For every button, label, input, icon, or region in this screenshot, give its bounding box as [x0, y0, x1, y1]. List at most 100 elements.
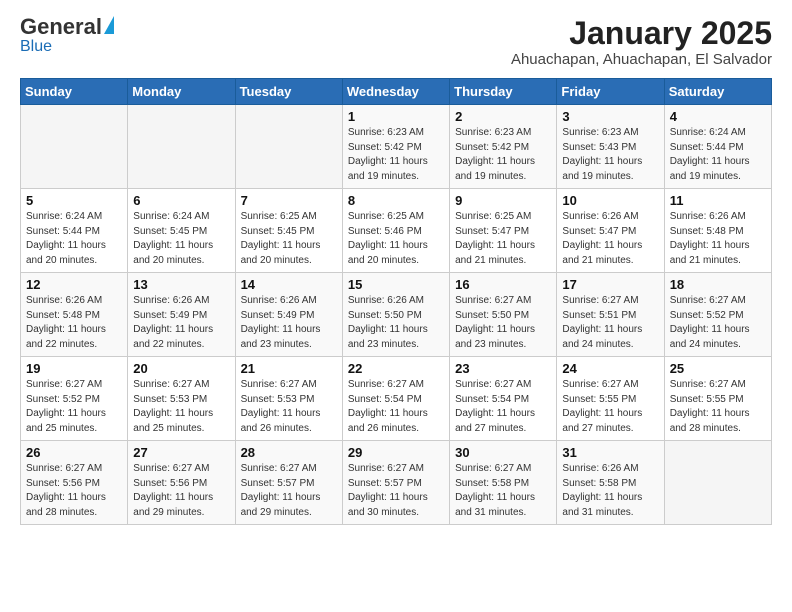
day-number: 22 [348, 361, 444, 376]
location: Ahuachapan, Ahuachapan, El Salvador [511, 51, 772, 68]
title-block: January 2025 Ahuachapan, Ahuachapan, El … [511, 16, 772, 68]
month-title: January 2025 [511, 16, 772, 51]
calendar-cell [664, 441, 771, 525]
calendar-cell: 7Sunrise: 6:25 AM Sunset: 5:45 PM Daylig… [235, 189, 342, 273]
day-info: Sunrise: 6:23 AM Sunset: 5:42 PM Dayligh… [348, 126, 444, 184]
day-number: 10 [562, 193, 658, 208]
day-info: Sunrise: 6:26 AM Sunset: 5:48 PM Dayligh… [670, 210, 766, 268]
day-info: Sunrise: 6:27 AM Sunset: 5:56 PM Dayligh… [26, 462, 122, 520]
calendar-cell: 8 Sunrise: 6:25 AM Sunset: 5:46 PM Daylig… [342, 189, 449, 273]
calendar-cell [128, 105, 235, 189]
calendar-cell: 3 Sunrise: 6:23 AM Sunset: 5:43 PM Daylig… [557, 105, 664, 189]
day-number: 29 [348, 445, 444, 460]
calendar-cell: 13 Sunrise: 6:26 AM Sunset: 5:49 PM Dayli… [128, 273, 235, 357]
calendar-cell: 23Sunrise: 6:27 AM Sunset: 5:54 PM Dayli… [450, 357, 557, 441]
calendar-cell: 29 Sunrise: 6:27 AM Sunset: 5:57 PM Dayli… [342, 441, 449, 525]
day-number: 1 [348, 109, 444, 124]
day-number: 26 [26, 445, 122, 460]
day-number: 9 [455, 193, 551, 208]
weekday-header-row: SundayMondayTuesdayWednesdayThursdayFrid… [21, 79, 772, 105]
day-info: Sunrise: 6:26 AM Sunset: 5:49 PM Dayligh… [133, 294, 229, 352]
day-number: 3 [562, 109, 658, 124]
day-number: 28 [241, 445, 337, 460]
day-number: 21 [241, 361, 337, 376]
calendar-week-1: 1 Sunrise: 6:23 AM Sunset: 5:42 PM Daylig… [21, 105, 772, 189]
day-number: 13 [133, 277, 229, 292]
day-info: Sunrise: 6:24 AM Sunset: 5:44 PM Dayligh… [26, 210, 122, 268]
weekday-wednesday: Wednesday [342, 79, 449, 105]
logo: General Blue [20, 16, 114, 56]
day-info: Sunrise: 6:27 AM Sunset: 5:55 PM Dayligh… [670, 378, 766, 436]
calendar-cell: 21 Sunrise: 6:27 AM Sunset: 5:53 PM Dayli… [235, 357, 342, 441]
day-info: Sunrise: 6:26 AM Sunset: 5:48 PM Dayligh… [26, 294, 122, 352]
calendar-header: SundayMondayTuesdayWednesdayThursdayFrid… [21, 79, 772, 105]
day-info: Sunrise: 6:23 AM Sunset: 5:42 PM Dayligh… [455, 126, 551, 184]
day-number: 15 [348, 277, 444, 292]
calendar-cell: 14Sunrise: 6:26 AM Sunset: 5:49 PM Dayli… [235, 273, 342, 357]
calendar-cell: 31 Sunrise: 6:26 AM Sunset: 5:58 PM Dayli… [557, 441, 664, 525]
calendar-cell: 24 Sunrise: 6:27 AM Sunset: 5:55 PM Dayli… [557, 357, 664, 441]
day-number: 4 [670, 109, 766, 124]
day-info: Sunrise: 6:27 AM Sunset: 5:51 PM Dayligh… [562, 294, 658, 352]
day-info: Sunrise: 6:27 AM Sunset: 5:53 PM Dayligh… [241, 378, 337, 436]
calendar-cell: 4Sunrise: 6:24 AM Sunset: 5:44 PM Daylig… [664, 105, 771, 189]
day-info: Sunrise: 6:25 AM Sunset: 5:47 PM Dayligh… [455, 210, 551, 268]
day-number: 20 [133, 361, 229, 376]
calendar-body: 1 Sunrise: 6:23 AM Sunset: 5:42 PM Daylig… [21, 105, 772, 525]
calendar-cell: 12 Sunrise: 6:26 AM Sunset: 5:48 PM Dayli… [21, 273, 128, 357]
calendar-cell: 18 Sunrise: 6:27 AM Sunset: 5:52 PM Dayli… [664, 273, 771, 357]
day-number: 27 [133, 445, 229, 460]
weekday-thursday: Thursday [450, 79, 557, 105]
day-info: Sunrise: 6:27 AM Sunset: 5:58 PM Dayligh… [455, 462, 551, 520]
calendar-cell: 1 Sunrise: 6:23 AM Sunset: 5:42 PM Daylig… [342, 105, 449, 189]
day-info: Sunrise: 6:27 AM Sunset: 5:57 PM Dayligh… [348, 462, 444, 520]
day-number: 14 [241, 277, 337, 292]
calendar-cell: 22 Sunrise: 6:27 AM Sunset: 5:54 PM Dayli… [342, 357, 449, 441]
day-info: Sunrise: 6:27 AM Sunset: 5:53 PM Dayligh… [133, 378, 229, 436]
day-info: Sunrise: 6:26 AM Sunset: 5:47 PM Dayligh… [562, 210, 658, 268]
day-number: 25 [670, 361, 766, 376]
logo-triangle-icon [104, 16, 114, 34]
day-info: Sunrise: 6:27 AM Sunset: 5:50 PM Dayligh… [455, 294, 551, 352]
calendar-week-5: 26 Sunrise: 6:27 AM Sunset: 5:56 PM Dayli… [21, 441, 772, 525]
calendar-cell: 30Sunrise: 6:27 AM Sunset: 5:58 PM Dayli… [450, 441, 557, 525]
calendar-cell: 20 Sunrise: 6:27 AM Sunset: 5:53 PM Dayli… [128, 357, 235, 441]
day-info: Sunrise: 6:25 AM Sunset: 5:45 PM Dayligh… [241, 210, 337, 268]
calendar-cell: 6Sunrise: 6:24 AM Sunset: 5:45 PM Daylig… [128, 189, 235, 273]
weekday-tuesday: Tuesday [235, 79, 342, 105]
day-number: 8 [348, 193, 444, 208]
calendar-cell: 27 Sunrise: 6:27 AM Sunset: 5:56 PM Dayli… [128, 441, 235, 525]
calendar-cell: 25 Sunrise: 6:27 AM Sunset: 5:55 PM Dayli… [664, 357, 771, 441]
calendar-cell [21, 105, 128, 189]
day-number: 12 [26, 277, 122, 292]
calendar-week-4: 19Sunrise: 6:27 AM Sunset: 5:52 PM Dayli… [21, 357, 772, 441]
day-number: 18 [670, 277, 766, 292]
calendar-week-3: 12 Sunrise: 6:26 AM Sunset: 5:48 PM Dayli… [21, 273, 772, 357]
calendar-cell: 5 Sunrise: 6:24 AM Sunset: 5:44 PM Daylig… [21, 189, 128, 273]
day-number: 6 [133, 193, 229, 208]
day-info: Sunrise: 6:27 AM Sunset: 5:55 PM Dayligh… [562, 378, 658, 436]
calendar: SundayMondayTuesdayWednesdayThursdayFrid… [20, 78, 772, 525]
logo-general-text: General [20, 16, 102, 38]
weekday-sunday: Sunday [21, 79, 128, 105]
calendar-cell: 17Sunrise: 6:27 AM Sunset: 5:51 PM Dayli… [557, 273, 664, 357]
day-number: 5 [26, 193, 122, 208]
day-number: 11 [670, 193, 766, 208]
day-info: Sunrise: 6:27 AM Sunset: 5:52 PM Dayligh… [670, 294, 766, 352]
day-info: Sunrise: 6:26 AM Sunset: 5:58 PM Dayligh… [562, 462, 658, 520]
calendar-cell: 28Sunrise: 6:27 AM Sunset: 5:57 PM Dayli… [235, 441, 342, 525]
logo-blue-text: Blue [20, 38, 52, 56]
day-info: Sunrise: 6:27 AM Sunset: 5:54 PM Dayligh… [348, 378, 444, 436]
calendar-cell: 2Sunrise: 6:23 AM Sunset: 5:42 PM Daylig… [450, 105, 557, 189]
day-info: Sunrise: 6:27 AM Sunset: 5:52 PM Dayligh… [26, 378, 122, 436]
calendar-cell: 19Sunrise: 6:27 AM Sunset: 5:52 PM Dayli… [21, 357, 128, 441]
day-info: Sunrise: 6:25 AM Sunset: 5:46 PM Dayligh… [348, 210, 444, 268]
calendar-cell: 26 Sunrise: 6:27 AM Sunset: 5:56 PM Dayli… [21, 441, 128, 525]
day-number: 24 [562, 361, 658, 376]
weekday-friday: Friday [557, 79, 664, 105]
day-info: Sunrise: 6:26 AM Sunset: 5:50 PM Dayligh… [348, 294, 444, 352]
day-info: Sunrise: 6:23 AM Sunset: 5:43 PM Dayligh… [562, 126, 658, 184]
day-number: 31 [562, 445, 658, 460]
calendar-week-2: 5 Sunrise: 6:24 AM Sunset: 5:44 PM Daylig… [21, 189, 772, 273]
day-info: Sunrise: 6:27 AM Sunset: 5:56 PM Dayligh… [133, 462, 229, 520]
